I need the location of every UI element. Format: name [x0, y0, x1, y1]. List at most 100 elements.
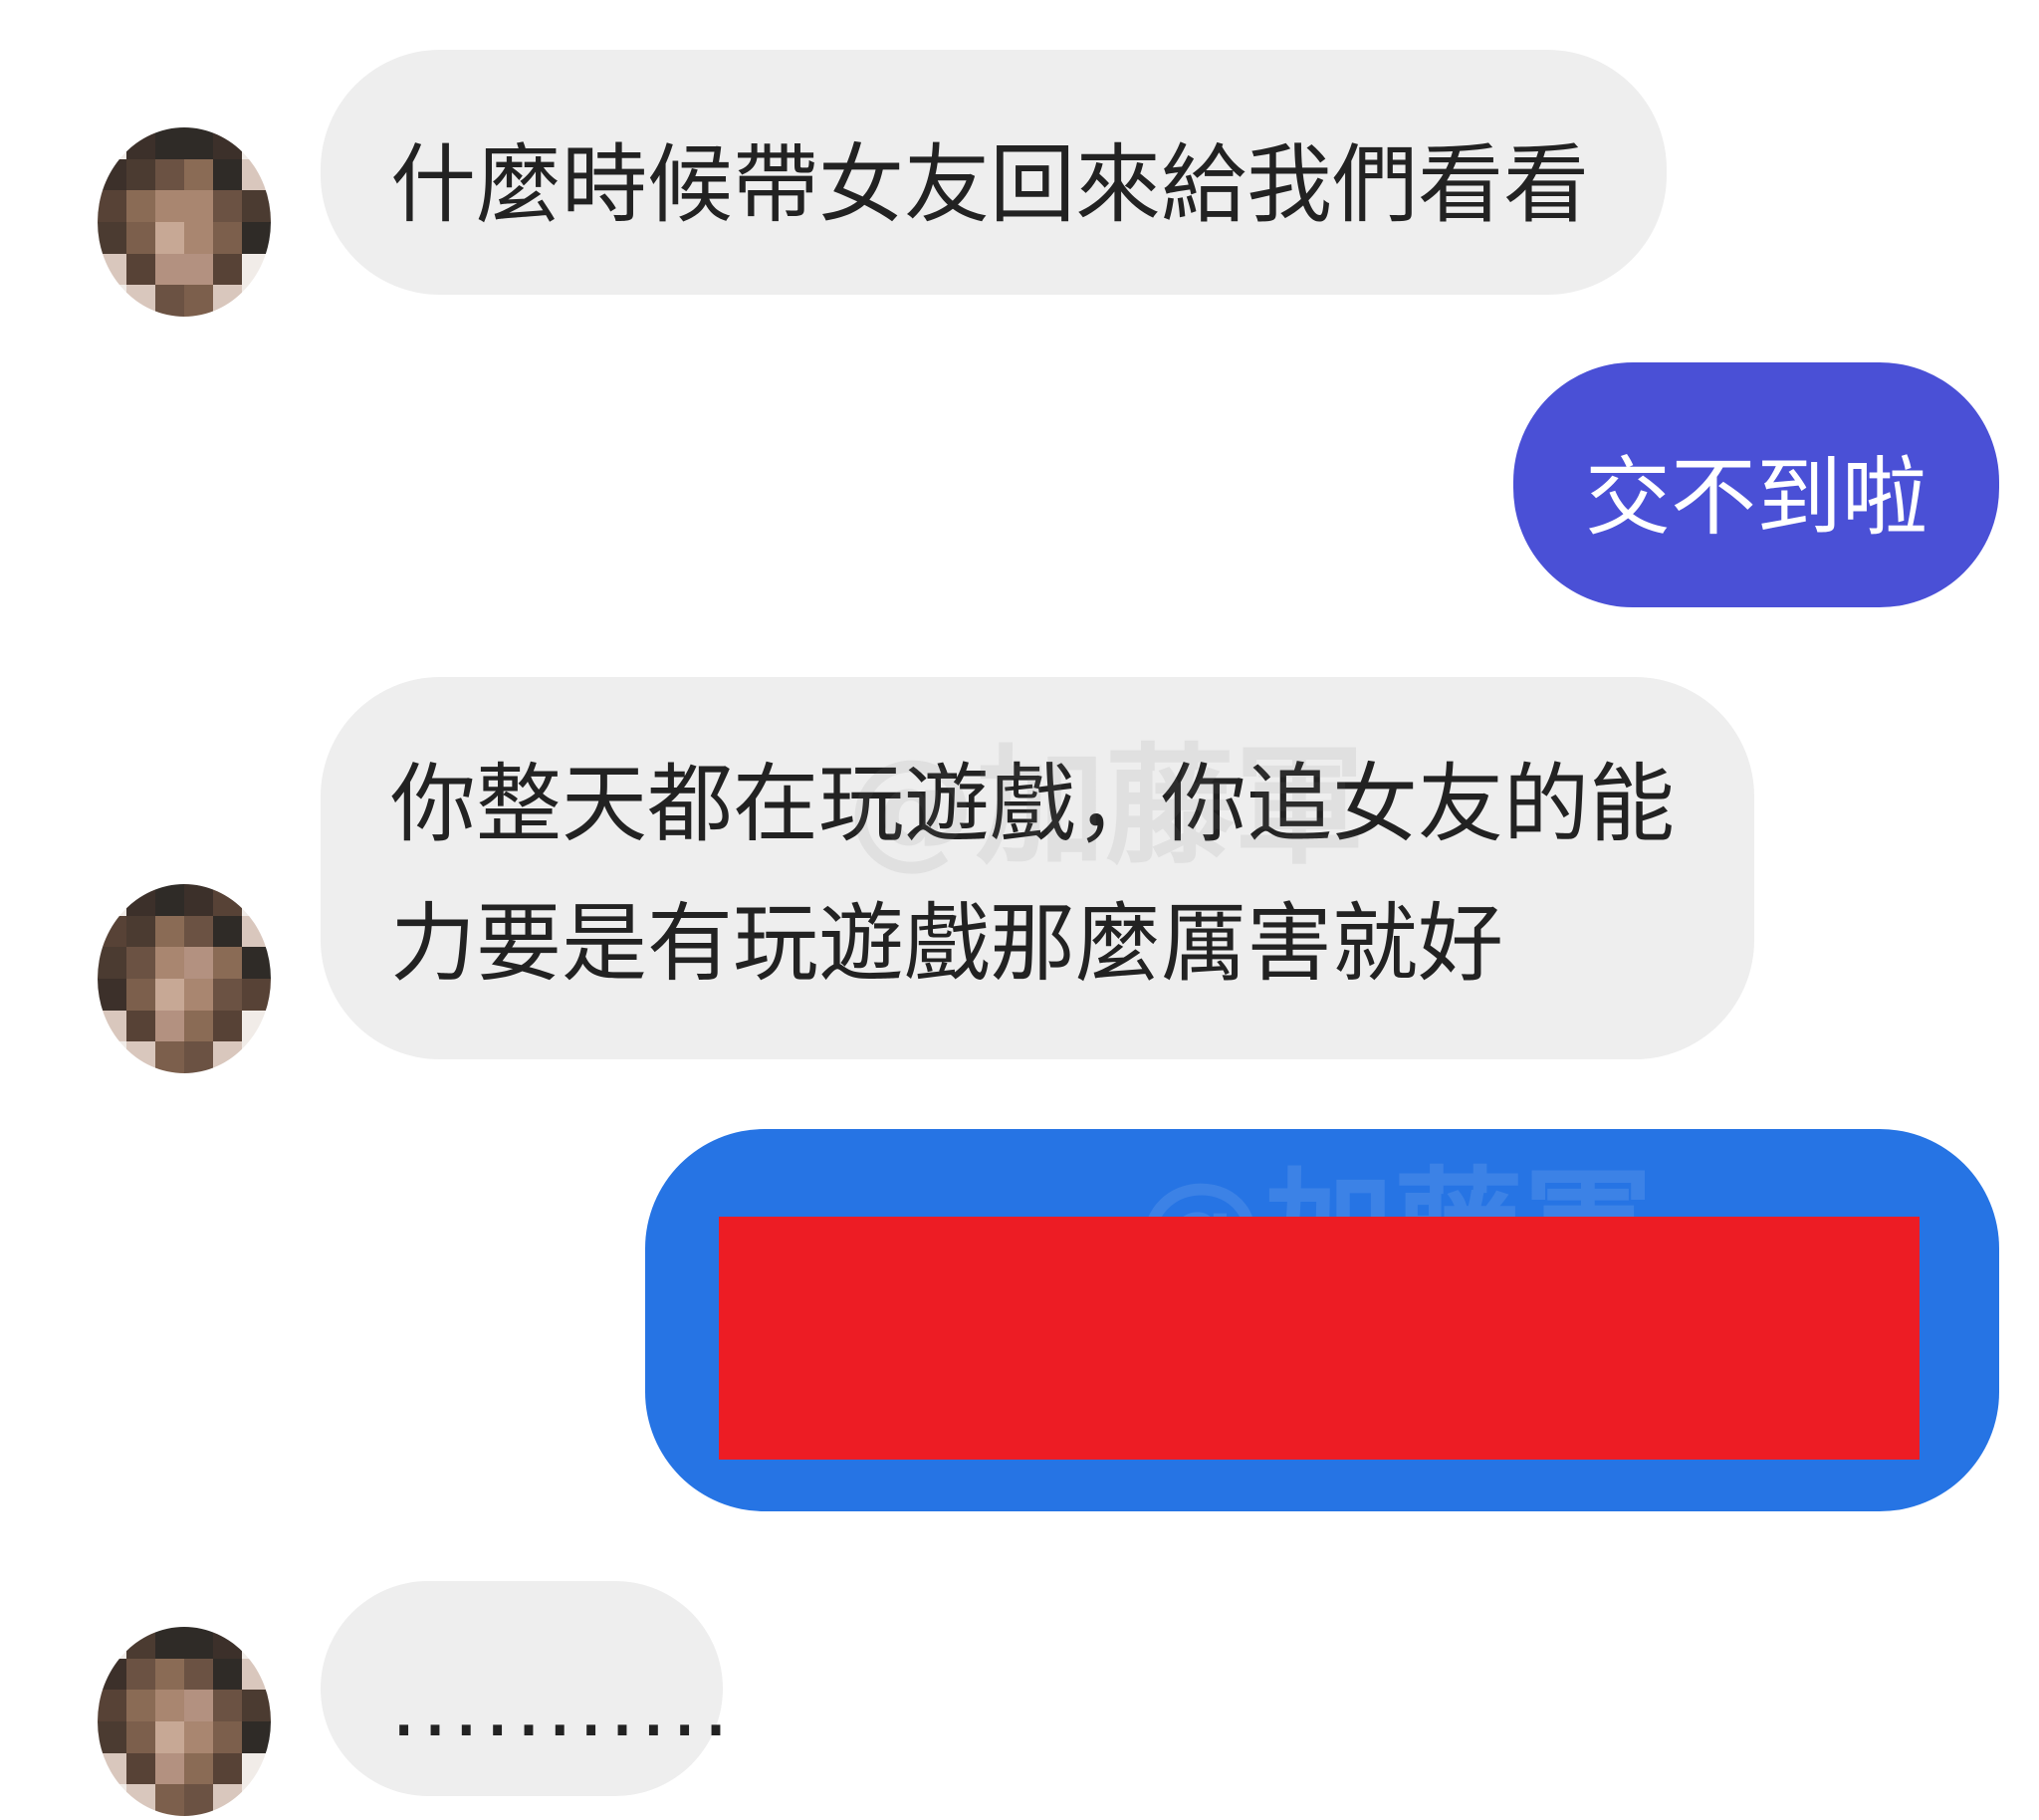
- avatar-pixel: [155, 253, 184, 286]
- avatar-pixel: [184, 915, 213, 948]
- avatar-pixel: [242, 1658, 271, 1691]
- avatar-pixel: [155, 915, 184, 948]
- avatar-pixel: [155, 285, 184, 317]
- avatar-pixel: [213, 221, 242, 254]
- avatar-pixel: [155, 221, 184, 254]
- message-text-line-2: 力要是有玩遊戲那麼厲害就好: [390, 894, 1503, 994]
- avatar-pixel: [213, 158, 242, 191]
- avatar-pixel: [126, 1627, 155, 1659]
- avatar-pixel: [126, 1784, 155, 1816]
- avatar-pixel: [242, 1627, 271, 1659]
- avatar-pixel: [126, 1690, 155, 1721]
- incoming-message-bubble[interactable]: ...........: [321, 1581, 730, 1796]
- avatar-pixel: [184, 253, 213, 286]
- avatar-pixel: [184, 190, 213, 222]
- avatar-pixel: [242, 884, 271, 916]
- avatar-pixel: [184, 1627, 213, 1659]
- avatar-pixel: [155, 127, 184, 159]
- avatar-pixel: [155, 1041, 184, 1073]
- avatar-pixel: [98, 1010, 126, 1042]
- avatar-pixel: [155, 1752, 184, 1785]
- avatar-pixel: [213, 1720, 242, 1753]
- avatar-pixel: [184, 1752, 213, 1785]
- message-text-line-1: 你整天都在玩遊戲，你追女友的能: [390, 755, 1675, 854]
- avatar-pixel: [126, 1752, 155, 1785]
- avatar-pixel: [126, 127, 155, 159]
- avatar-pixel: [242, 285, 271, 317]
- avatar-pixel: [242, 915, 271, 948]
- avatar-pixel: [126, 158, 155, 191]
- avatar-pixel: [213, 190, 242, 222]
- avatar-pixel: [98, 127, 126, 159]
- avatar-pixel: [184, 127, 213, 159]
- avatar-pixel: [98, 221, 126, 254]
- contact-avatar-1[interactable]: [98, 127, 271, 317]
- avatar-pixel: [213, 253, 242, 286]
- avatar-pixel: [126, 285, 155, 317]
- avatar-pixel: [213, 285, 242, 317]
- avatar-pixel: [155, 190, 184, 222]
- avatar-pixel: [184, 221, 213, 254]
- contact-avatar-3[interactable]: [98, 1627, 271, 1816]
- avatar-pixel: [213, 884, 242, 916]
- outgoing-message-bubble[interactable]: 交不到啦: [1513, 362, 1999, 607]
- avatar-pixel: [98, 285, 126, 317]
- avatar-pixel: [184, 978, 213, 1011]
- avatar-pixel: [213, 1010, 242, 1042]
- avatar-pixel: [155, 1690, 184, 1721]
- avatar-pixel: [98, 1752, 126, 1785]
- avatar-pixel: [155, 1784, 184, 1816]
- avatar-pixel: [242, 221, 271, 254]
- avatar-pixel: [126, 947, 155, 979]
- avatar-pixel: [126, 1658, 155, 1691]
- avatar-pixel: [213, 915, 242, 948]
- avatar-pixel: [126, 1720, 155, 1753]
- avatar-pixel: [126, 253, 155, 286]
- avatar-pixel: [184, 884, 213, 916]
- avatar-pixel: [126, 1010, 155, 1042]
- avatar-pixel: [98, 915, 126, 948]
- avatar-pixel: [98, 947, 126, 979]
- avatar-pixel: [242, 190, 271, 222]
- avatar-pixel: [155, 1658, 184, 1691]
- avatar-pixel: [242, 1690, 271, 1721]
- avatar-pixel: [184, 1720, 213, 1753]
- avatar-pixel: [242, 253, 271, 286]
- avatar-pixel: [155, 978, 184, 1011]
- avatar-pixel: [126, 1041, 155, 1073]
- message-text: 交不到啦: [1585, 448, 1927, 548]
- avatar-pixel: [98, 1784, 126, 1816]
- incoming-message-bubble[interactable]: 你整天都在玩遊戲，你追女友的能 力要是有玩遊戲那麼厲害就好: [321, 677, 1754, 1059]
- avatar-pixel: [242, 947, 271, 979]
- avatar-pixel: [98, 1720, 126, 1753]
- avatar-pixel: [184, 1690, 213, 1721]
- avatar-pixel: [98, 884, 126, 916]
- avatar-pixel: [184, 1010, 213, 1042]
- avatar-pixel: [213, 947, 242, 979]
- incoming-message-bubble[interactable]: 什麼時候帶女友回來給我們看看: [321, 50, 1667, 295]
- avatar-pixel: [98, 1627, 126, 1659]
- avatar-pixel: [126, 190, 155, 222]
- message-text: ...........: [390, 1657, 734, 1756]
- avatar-pixel: [126, 884, 155, 916]
- avatar-pixel: [155, 884, 184, 916]
- avatar-pixel: [213, 1752, 242, 1785]
- avatar-pixel: [242, 1784, 271, 1816]
- avatar-pixel: [184, 158, 213, 191]
- chat-thread: 什麼時候帶女友回來給我們看看 交不到啦 你整天都在玩遊戲，你追女友的能 力要是有…: [0, 0, 2039, 1820]
- avatar-pixel: [155, 947, 184, 979]
- message-text: 什麼時候帶女友回來給我們看看: [390, 135, 1589, 235]
- avatar-pixel: [184, 1658, 213, 1691]
- avatar-pixel: [242, 1041, 271, 1073]
- redaction-block: [719, 1217, 1920, 1460]
- avatar-pixel: [213, 1041, 242, 1073]
- avatar-pixel: [155, 158, 184, 191]
- contact-avatar-2[interactable]: [98, 884, 271, 1073]
- avatar-pixel: [98, 158, 126, 191]
- avatar-pixel: [213, 1690, 242, 1721]
- avatar-pixel: [242, 158, 271, 191]
- avatar-pixel: [184, 1784, 213, 1816]
- avatar-pixel: [98, 1658, 126, 1691]
- avatar-pixel: [213, 1658, 242, 1691]
- avatar-pixel: [98, 253, 126, 286]
